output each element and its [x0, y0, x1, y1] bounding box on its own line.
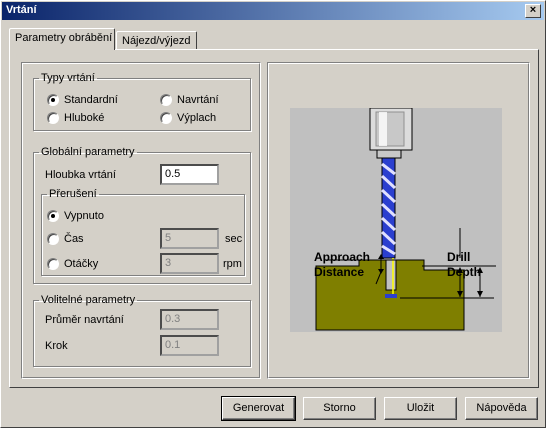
close-button[interactable]: × [525, 4, 541, 18]
drill-depth-label: Hloubka vrtání [45, 169, 116, 181]
dialog-window: Vrtání × Parametry obrábění Nájezd/výjez… [0, 0, 546, 428]
drilling-diagram: Approach Distance Drill Depth [290, 108, 502, 332]
radio-indicator [47, 233, 59, 245]
radio-label: Standardní [64, 94, 118, 106]
window-title: Vrtání [6, 4, 37, 16]
save-button[interactable]: Uložit [384, 397, 457, 420]
radio-indicator [47, 112, 59, 124]
interrupt-revolutions-input[interactable]: 3 [160, 253, 219, 274]
time-unit: sec [225, 233, 243, 245]
step-label: Krok [45, 340, 68, 352]
approach-label-line1: Approach [314, 250, 370, 264]
group-title: Přerušení [49, 188, 97, 200]
title-bar[interactable]: Vrtání × [2, 2, 544, 20]
group-title: Globální parametry [41, 146, 135, 158]
radio-indicator [160, 112, 172, 124]
approach-label-line2: Distance [314, 265, 364, 279]
tab-approach-exit[interactable]: Nájezd/výjezd [116, 31, 197, 50]
revolutions-unit: rpm [223, 258, 242, 270]
predrill-diameter-input[interactable]: 0.3 [160, 309, 219, 330]
cancel-button[interactable]: Storno [303, 397, 376, 420]
radio-indicator [160, 94, 172, 106]
chuck-collar [376, 149, 402, 159]
group-title: Typy vrtání [41, 72, 95, 84]
radio-indicator [47, 210, 59, 222]
radio-interrupt-time[interactable]: Čas [47, 233, 84, 245]
tab-label: Parametry obrábění [15, 32, 113, 44]
radio-flush[interactable]: Výplach [160, 112, 216, 124]
radio-label: Hluboké [64, 112, 105, 124]
radio-label: Otáčky [64, 258, 99, 270]
radio-standard[interactable]: Standardní [47, 94, 118, 106]
radio-label: Čas [64, 233, 84, 245]
generate-button[interactable]: Generovat [221, 396, 296, 421]
chuck-highlight [379, 112, 387, 146]
help-button[interactable]: Nápověda [465, 397, 538, 420]
interrupt-time-input[interactable]: 5 [160, 228, 219, 249]
tab-panel: Typy vrtání Standardní Navrtání Hluboké … [9, 49, 539, 388]
radio-label: Vypnuto [64, 210, 104, 222]
radio-indicator [47, 258, 59, 270]
group-title: Volitelné parametry [41, 294, 136, 306]
tab-label: Nájezd/výjezd [122, 35, 191, 47]
predrill-diameter-label: Průměr navrtání [45, 314, 124, 326]
tab-machining-parameters[interactable]: Parametry obrábění [9, 28, 115, 50]
drill-tip [385, 294, 397, 298]
radio-interrupt-revolutions[interactable]: Otáčky [47, 258, 98, 270]
depth-label-line1: Drill [447, 250, 470, 264]
radio-indicator [47, 94, 59, 106]
optional-parameters-group: Volitelné parametry [33, 294, 251, 367]
radio-predrill[interactable]: Navrtání [160, 94, 219, 106]
radio-label: Výplach [177, 112, 217, 124]
step-input[interactable]: 0.1 [160, 335, 219, 356]
radio-interrupt-off[interactable]: Vypnuto [47, 210, 104, 222]
drill-depth-input[interactable]: 0.5 [160, 164, 219, 185]
radio-deep[interactable]: Hluboké [47, 112, 104, 124]
depth-label-line2: Depth [447, 265, 481, 279]
radio-label: Navrtání [177, 94, 219, 106]
